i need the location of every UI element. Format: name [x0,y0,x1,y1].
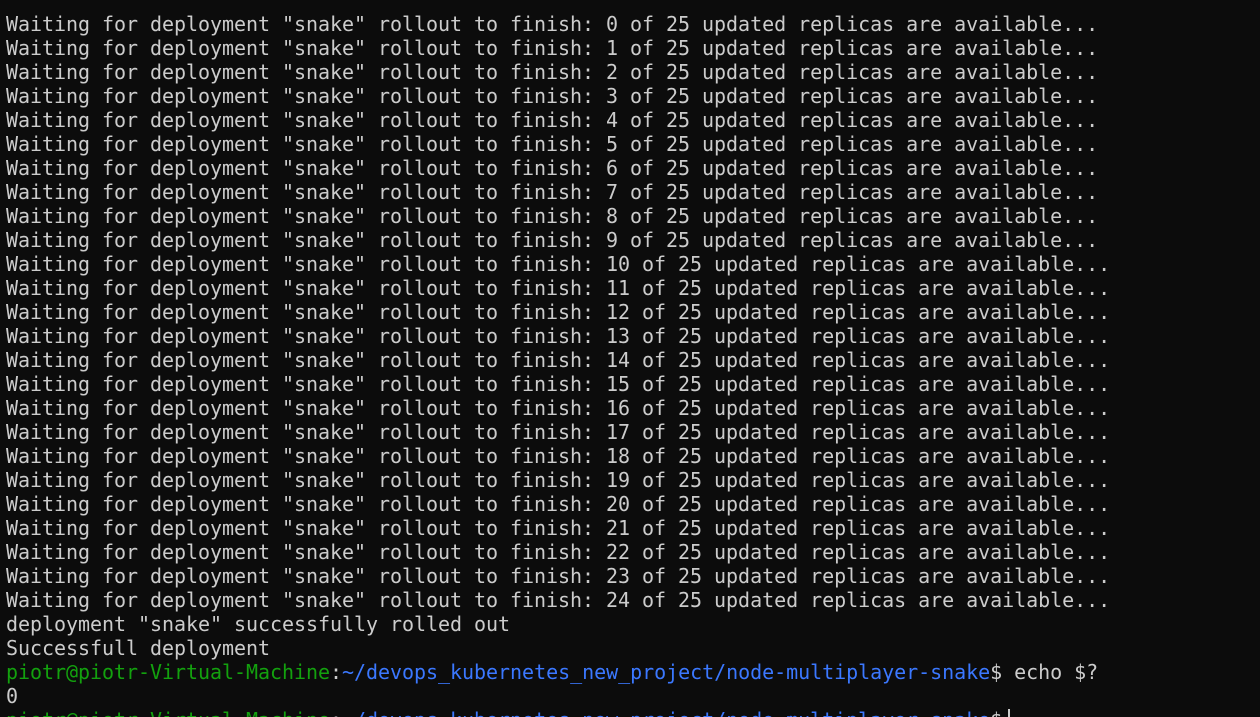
output-line: Waiting for deployment "snake" rollout t… [6,156,1099,180]
output-line: Waiting for deployment "snake" rollout t… [6,252,1111,276]
output-line: Waiting for deployment "snake" rollout t… [6,36,1099,60]
output-line: Waiting for deployment "snake" rollout t… [6,84,1099,108]
output-line: Waiting for deployment "snake" rollout t… [6,132,1099,156]
output-line: Waiting for deployment "snake" rollout t… [6,324,1111,348]
prompt-symbol: $ [990,660,1003,684]
output-line: Waiting for deployment "snake" rollout t… [6,228,1099,252]
output-line: Waiting for deployment "snake" rollout t… [6,444,1111,468]
command-result: 0 [6,684,19,708]
output-line: Waiting for deployment "snake" rollout t… [6,300,1111,324]
output-line: deployment "snake" successfully rolled o… [6,612,511,636]
prompt-user-host: piotr@piotr-Virtual-Machine [6,660,331,684]
output-line: Waiting for deployment "snake" rollout t… [6,516,1111,540]
terminal-output: Waiting for deployment "snake" rollout t… [6,12,1260,660]
active-prompt-separator: : [330,708,342,717]
active-prompt-path: ~/devops_kubernetes_new_project/node-mul… [342,708,990,717]
output-line: Waiting for deployment "snake" rollout t… [6,108,1099,132]
output-line: Waiting for deployment "snake" rollout t… [6,564,1111,588]
prompt-separator: : [330,660,343,684]
output-line: Waiting for deployment "snake" rollout t… [6,60,1099,84]
output-line: Waiting for deployment "snake" rollout t… [6,492,1111,516]
text-cursor [1008,709,1011,717]
output-line: Waiting for deployment "snake" rollout t… [6,540,1111,564]
output-line: Waiting for deployment "snake" rollout t… [6,12,1099,36]
active-prompt-user-host: piotr@piotr-Virtual-Machine [6,708,330,717]
output-line: Waiting for deployment "snake" rollout t… [6,420,1111,444]
prompt-path: ~/devops_kubernetes_new_project/node-mul… [342,660,991,684]
output-line: Waiting for deployment "snake" rollout t… [6,204,1099,228]
output-line: Waiting for deployment "snake" rollout t… [6,396,1111,420]
prompt-line: piotr@piotr-Virtual-Machine:~/devops_kub… [6,660,1260,684]
output-line: Waiting for deployment "snake" rollout t… [6,276,1111,300]
output-line: Waiting for deployment "snake" rollout t… [6,348,1111,372]
prompt-command: echo $? [1002,660,1099,684]
active-prompt-line[interactable]: piotr@piotr-Virtual-Machine:~/devops_kub… [6,708,1260,717]
terminal-window[interactable]: Waiting for deployment "snake" rollout t… [0,0,1260,717]
active-prompt-symbol: $ [990,708,1002,717]
output-line: Waiting for deployment "snake" rollout t… [6,180,1099,204]
output-line: Waiting for deployment "snake" rollout t… [6,588,1111,612]
output-line: Waiting for deployment "snake" rollout t… [6,372,1111,396]
output-line: Waiting for deployment "snake" rollout t… [6,468,1111,492]
output-line: Successfull deployment [6,636,271,660]
